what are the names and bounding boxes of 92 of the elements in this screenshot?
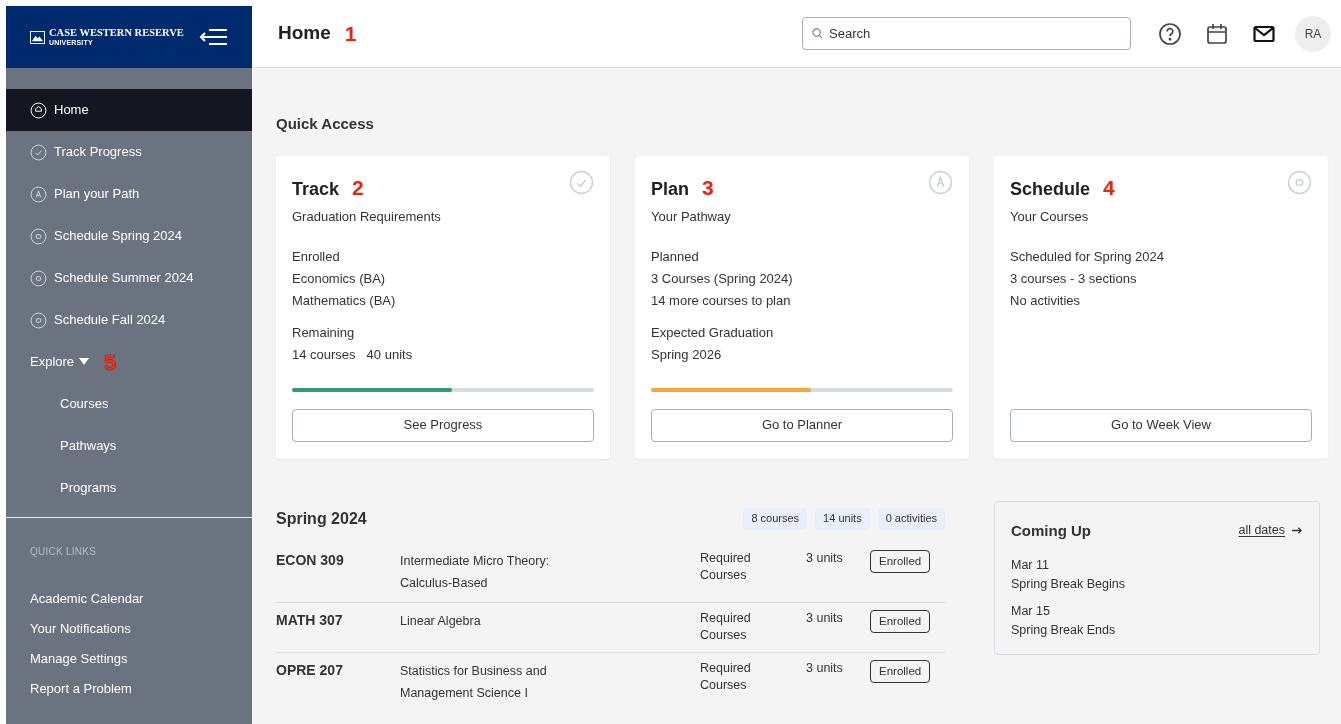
card-subtitle: Graduation Requirements [292, 207, 442, 226]
annotation-number: 5 [104, 348, 117, 377]
status-badge: Enrolled [870, 609, 931, 633]
annotation-number: 4 [1103, 175, 1115, 200]
search-icon [812, 28, 823, 39]
annotation-number: 2 [352, 175, 364, 200]
status-badge: Enrolled [870, 549, 931, 573]
search-field[interactable]: Search [802, 17, 1131, 50]
card-text: 14 more courses to plan [651, 292, 792, 310]
help-icon [1158, 21, 1182, 46]
menu-icon [198, 28, 228, 46]
event-name: Spring Break Begins [1011, 576, 1126, 593]
logo-name: CASE WESTERN RESERVE [49, 28, 184, 39]
card-text: Planned [651, 248, 700, 266]
section-heading: QUICK LINKS [30, 545, 98, 559]
letter-circle-icon [30, 185, 47, 203]
sidebar-item[interactable]: Plan your Path [6, 173, 252, 215]
card-button[interactable]: Go to Week View [1010, 408, 1312, 442]
annotation-number: 1 [344, 20, 357, 47]
sidebar-item[interactable]: Schedule Fall 2024 [6, 299, 252, 341]
card-title: Schedule [1010, 177, 1091, 201]
card-text: Mathematics (BA) [292, 292, 397, 310]
home-icon [30, 101, 47, 119]
logo-icon [30, 30, 45, 44]
card-title: Track [292, 177, 340, 201]
sidebar-item[interactable]: Schedule Summer 2024 [6, 257, 252, 299]
calendar-circle-icon [30, 227, 47, 245]
user-avatar[interactable]: RA [1295, 15, 1331, 52]
help-button[interactable] [1158, 21, 1182, 46]
section-title: Spring 2024 [276, 508, 367, 529]
course-category: Required Courses [700, 609, 752, 644]
course-category: Required Courses [700, 659, 752, 694]
event-date: Mar 15 [1011, 603, 1051, 620]
card-text: 3 Courses (Spring 2024) [651, 270, 794, 288]
sidebar-item[interactable]: Schedule Spring 2024 [6, 215, 252, 257]
summary-badge: 8 courses [743, 508, 808, 529]
annotation-number: 3 [702, 175, 714, 200]
page-title: Home [278, 21, 331, 46]
course-units: 3 units [806, 609, 844, 627]
quick-link[interactable]: Manage Settings [30, 644, 228, 674]
card-text: Expected Graduation [651, 324, 775, 342]
course-code: MATH 307 [276, 610, 344, 630]
sidebar-item[interactable]: Home [6, 89, 252, 131]
quick-link[interactable]: Report a Problem [30, 674, 228, 704]
calendar-circle-icon [30, 311, 47, 329]
card-subtitle: Your Pathway [651, 207, 732, 226]
card-text: Scheduled for Spring 2024 [1010, 248, 1165, 266]
card-text: Remaining [292, 324, 356, 342]
quick-link[interactable]: Your Notifications [30, 614, 228, 644]
card-text: 40 units [366, 346, 413, 364]
section-title: Quick Access [276, 114, 375, 134]
sidebar-item[interactable]: Track Progress [6, 131, 252, 173]
sidebar-subitem[interactable]: Programs [6, 467, 252, 509]
card-text: Economics (BA) [292, 270, 387, 288]
explore-toggle[interactable]: Explore [30, 352, 90, 372]
card-text: 14 courses [292, 346, 356, 364]
card-button[interactable]: Go to Planner [651, 408, 953, 442]
event-date: Mar 11 [1011, 557, 1050, 574]
status-badge: Enrolled [870, 659, 931, 683]
all-dates-link[interactable]: all dates [1238, 521, 1303, 541]
calendar-circle-icon [30, 269, 47, 287]
summary-badge: 14 units [815, 508, 870, 529]
card-button[interactable]: See Progress [292, 408, 594, 442]
card-subtitle: Your Courses [1010, 207, 1090, 226]
course-title: Statistics for Business and Management Science I [400, 662, 548, 702]
course-units: 3 units [806, 659, 844, 677]
course-code: OPRE 207 [276, 660, 344, 680]
card-text: Enrolled [292, 248, 341, 266]
course-code: ECON 309 [276, 550, 345, 570]
course-title: Linear Algebra [400, 612, 482, 630]
caret-icon [79, 358, 90, 366]
card-text: Spring 2026 [651, 346, 723, 364]
calendar-button[interactable] [1205, 21, 1229, 46]
card-title: Plan [651, 177, 689, 201]
arrow-icon [1292, 526, 1303, 536]
course-title: Intermediate Micro Theory: Calculus-Based [400, 552, 551, 592]
card-title: Coming Up [1011, 520, 1091, 541]
calendar-icon [1205, 21, 1229, 46]
event-name: Spring Break Ends [1011, 622, 1117, 639]
card-text: 3 courses - 3 sections [1010, 270, 1138, 288]
sidebar-subitem[interactable]: Courses [6, 383, 252, 425]
quick-link[interactable]: Academic Calendar [30, 584, 228, 614]
card-text: No activities [1010, 292, 1082, 310]
collapse-menu-button[interactable] [198, 28, 228, 46]
sidebar-subitem[interactable]: Pathways [6, 425, 252, 467]
calendar-circle-icon [1287, 169, 1312, 195]
course-category: Required Courses [700, 549, 752, 584]
summary-badge: 0 activities [877, 508, 945, 529]
check-circle-icon [569, 169, 594, 195]
course-units: 3 units [806, 549, 844, 567]
check-circle-icon [30, 143, 47, 161]
letter-circle-icon [928, 169, 953, 195]
